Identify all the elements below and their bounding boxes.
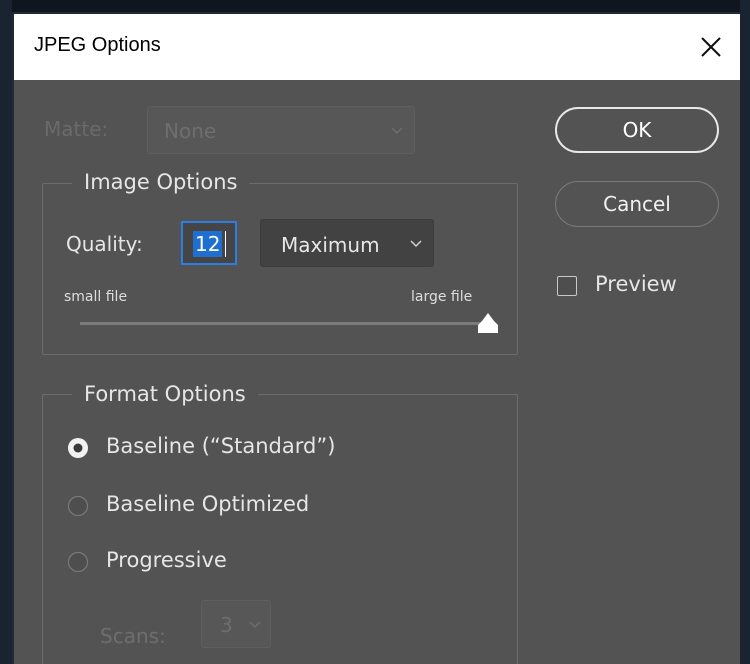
jpeg-options-dialog: JPEG Options Matte: None Image Options Q… [14, 14, 740, 664]
image-options-legend: Image Options [72, 170, 250, 194]
scans-select[interactable]: 3 [201, 600, 271, 648]
radio-label-progressive: Progressive [106, 548, 227, 572]
quality-preset-value: Maximum [281, 233, 380, 257]
radio-baseline-standard[interactable] [66, 436, 90, 460]
dialog-title: JPEG Options [34, 34, 161, 56]
image-options-group [42, 183, 518, 355]
window-frame-top [0, 0, 750, 12]
preview-label: Preview [595, 272, 677, 296]
ok-button[interactable]: OK [555, 107, 719, 153]
slider-max-label: large file [411, 289, 473, 305]
matte-label: Matte: [44, 117, 109, 141]
radio-baseline-optimized[interactable] [66, 494, 90, 518]
quality-preset-select[interactable]: Maximum [260, 219, 434, 267]
chevron-down-icon [391, 127, 403, 135]
radio-label-baseline-optimized: Baseline Optimized [106, 492, 310, 516]
chevron-down-icon [410, 240, 422, 248]
quality-input-value: 12 [193, 231, 223, 257]
close-icon [701, 37, 721, 57]
quality-label: Quality: [66, 232, 143, 256]
text-caret [225, 231, 226, 257]
slider-min-label: small file [64, 289, 128, 305]
close-button[interactable] [692, 28, 730, 66]
title-bar: JPEG Options [14, 14, 740, 80]
scans-select-value: 3 [220, 613, 233, 637]
quality-input[interactable]: 12 [181, 221, 237, 265]
radio-progressive[interactable] [66, 550, 90, 574]
scans-label: Scans: [100, 624, 166, 648]
window-frame-left [0, 0, 12, 664]
radio-label-baseline-standard: Baseline (“Standard”) [106, 434, 336, 458]
format-options-legend: Format Options [72, 382, 258, 406]
matte-select[interactable]: None [147, 106, 415, 154]
window-frame-right [740, 0, 750, 664]
quality-slider-track[interactable] [80, 322, 490, 325]
preview-checkbox[interactable] [557, 276, 577, 296]
chevron-down-icon [249, 621, 261, 629]
quality-slider-handle[interactable] [476, 312, 500, 334]
cancel-button[interactable]: Cancel [555, 181, 719, 227]
matte-select-value: None [164, 119, 217, 143]
